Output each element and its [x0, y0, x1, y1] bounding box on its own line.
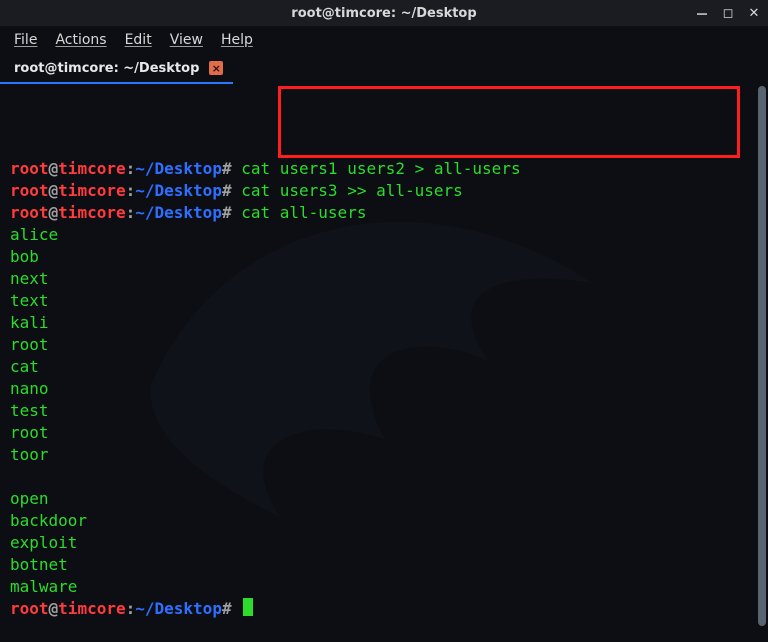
command-1: cat users3 >> all-users: [232, 180, 463, 202]
command-2: cat all-users: [232, 202, 367, 224]
tab-label: root@timcore: ~/Desktop: [14, 61, 199, 76]
output-line: kali: [10, 312, 758, 334]
window-titlebar: root@timcore: ~/Desktop － ◻ ✕: [0, 0, 768, 26]
output-line: exploit: [10, 532, 758, 554]
output-line: botnet: [10, 554, 758, 576]
menu-view[interactable]: View: [170, 32, 203, 48]
tab-active[interactable]: root@timcore: ~/Desktop ×: [0, 54, 233, 84]
output-line: test: [10, 400, 758, 422]
shell-prompt: root@timcore:~/Desktop#: [10, 598, 232, 620]
output-line: root: [10, 334, 758, 356]
tab-close-icon[interactable]: ×: [209, 61, 223, 75]
scrollbar[interactable]: [758, 86, 766, 626]
tab-bar: root@timcore: ~/Desktop ×: [0, 54, 768, 84]
output-line: next: [10, 268, 758, 290]
menu-file[interactable]: File: [14, 32, 37, 48]
output-line: cat: [10, 356, 758, 378]
scrollbar-thumb[interactable]: [758, 86, 766, 626]
output-line: alice: [10, 224, 758, 246]
output-line: [10, 466, 758, 488]
menu-help[interactable]: Help: [221, 32, 253, 48]
minimize-icon[interactable]: －: [694, 5, 710, 21]
output-line: toor: [10, 444, 758, 466]
shell-prompt: root@timcore:~/Desktop#: [10, 202, 232, 224]
maximize-icon[interactable]: ◻: [720, 5, 736, 21]
output-line: nano: [10, 378, 758, 400]
menu-actions[interactable]: Actions: [55, 32, 106, 48]
output-line: text: [10, 290, 758, 312]
output-line: root: [10, 422, 758, 444]
output-line: backdoor: [10, 510, 758, 532]
shell-prompt: root@timcore:~/Desktop#: [10, 158, 232, 180]
command-0: cat users1 users2 > all-users: [232, 158, 521, 180]
menu-edit[interactable]: Edit: [125, 32, 152, 48]
window-title: root@timcore: ~/Desktop: [291, 6, 476, 21]
output-line: malware: [10, 576, 758, 598]
shell-prompt: root@timcore:~/Desktop#: [10, 180, 232, 202]
menubar: File Actions Edit View Help: [0, 26, 768, 54]
cursor: [243, 598, 253, 616]
terminal-area[interactable]: root@timcore:~/Desktop# cat users1 users…: [0, 84, 768, 638]
output-line: open: [10, 488, 758, 510]
output-line: bob: [10, 246, 758, 268]
close-icon[interactable]: ✕: [746, 5, 762, 21]
